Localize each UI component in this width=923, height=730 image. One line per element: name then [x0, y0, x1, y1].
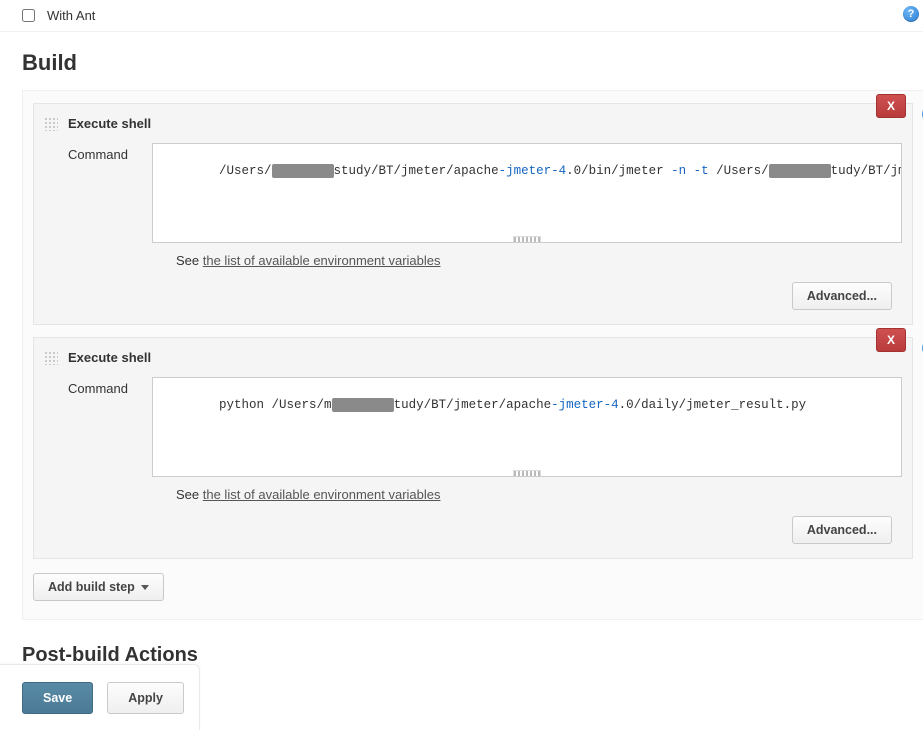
- add-step-row: Add build step: [23, 559, 923, 601]
- env-vars-hint: See the list of available environment va…: [44, 477, 902, 502]
- resize-grip-icon[interactable]: [513, 236, 541, 242]
- advanced-row: Advanced...: [44, 502, 902, 544]
- advanced-button[interactable]: Advanced...: [792, 516, 892, 544]
- resize-grip-icon[interactable]: [513, 470, 541, 476]
- env-vars-prefix: See: [176, 253, 203, 268]
- add-build-step-button[interactable]: Add build step: [33, 573, 164, 601]
- build-section-body: X ? Execute shell Command /Users/m m m s…: [22, 90, 923, 620]
- env-vars-link[interactable]: the list of available environment variab…: [203, 253, 441, 268]
- advanced-row: Advanced...: [44, 268, 902, 310]
- build-section-title: Build: [0, 32, 923, 90]
- help-icon[interactable]: ?: [903, 6, 919, 22]
- add-build-step-label: Add build step: [48, 580, 135, 594]
- command-row: Command /Users/m m m study/BT/jmeter/apa…: [44, 143, 902, 243]
- with-ant-checkbox[interactable]: [22, 9, 35, 22]
- apply-button[interactable]: Apply: [107, 682, 184, 714]
- build-step-title: Execute shell: [68, 350, 151, 365]
- post-build-actions-title: Post-build Actions: [0, 620, 923, 667]
- build-step-header: Execute shell: [44, 114, 902, 143]
- delete-step-button[interactable]: X: [876, 94, 906, 118]
- command-input[interactable]: python /Users/mmm mm tudy/BT/jmeter/apac…: [152, 377, 902, 477]
- command-input[interactable]: /Users/m m m study/BT/jmeter/apache-jmet…: [152, 143, 902, 243]
- advanced-button[interactable]: Advanced...: [792, 282, 892, 310]
- with-ant-label: With Ant: [47, 8, 95, 23]
- env-vars-hint: See the list of available environment va…: [44, 243, 902, 268]
- command-label: Command: [68, 143, 140, 162]
- build-step-header: Execute shell: [44, 348, 902, 377]
- chevron-down-icon: [141, 585, 149, 590]
- command-row: Command python /Users/mmm mm tudy/BT/jme…: [44, 377, 902, 477]
- drag-handle-icon[interactable]: [44, 117, 58, 131]
- build-step: X ? Execute shell Command /Users/m m m s…: [33, 103, 913, 325]
- save-button[interactable]: Save: [22, 682, 93, 714]
- env-vars-link[interactable]: the list of available environment variab…: [203, 487, 441, 502]
- command-label: Command: [68, 377, 140, 396]
- env-vars-prefix: See: [176, 487, 203, 502]
- drag-handle-icon[interactable]: [44, 351, 58, 365]
- build-step-title: Execute shell: [68, 116, 151, 131]
- build-step: X ? Execute shell Command python /Users/…: [33, 337, 913, 559]
- footer-bar: Save Apply: [0, 664, 200, 730]
- with-ant-row: With Ant ?: [0, 0, 923, 32]
- delete-step-button[interactable]: X: [876, 328, 906, 352]
